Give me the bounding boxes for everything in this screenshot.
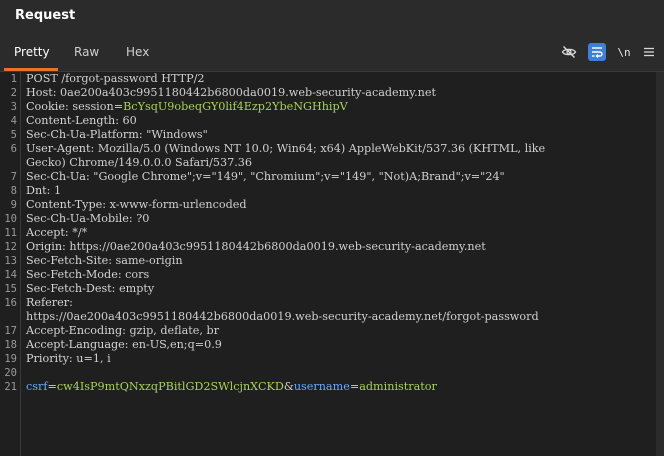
editor-toolbar: \n [560,43,660,61]
header-accept: Accept: */* [26,226,88,239]
line-number: 2 [10,87,17,99]
line-number: 12 [4,241,17,253]
param-value-username: administrator [359,380,437,393]
param-name-username: username [293,380,350,393]
vertical-scrollbar[interactable] [656,72,664,456]
tab-hex[interactable]: Hex [126,45,149,59]
header-fetch-dest: Sec-Fetch-Dest: empty [26,282,155,295]
panel-title: Request [15,8,76,23]
line-number-gutter: 1 2 3 4 5 6 7 8 9 10 11 12 13 14 15 16 1… [0,72,21,456]
line-number: 8 [10,185,17,197]
panel-header: Request [0,0,664,33]
line-number: 18 [4,339,17,351]
line-number: 14 [4,269,17,281]
request-line: POST /forgot-password HTTP/2 [26,72,205,85]
line-number: 3 [10,101,17,113]
header-platform: Sec-Ch-Ua-Platform: "Windows" [26,128,208,141]
wrap-lines-icon[interactable] [588,43,606,61]
header-mobile: Sec-Ch-Ua-Mobile: ?0 [26,212,150,225]
tab-raw[interactable]: Raw [74,45,99,59]
header-content-type: Content-Type: x-www-form-urlencoded [26,198,247,211]
header-accept-language: Accept-Language: en-US,en;q=0.9 [26,338,222,351]
header-user-agent-wrap: Gecko) Chrome/149.0.0.0 Safari/537.36 [26,156,253,169]
line-number: 13 [4,255,17,267]
header-sec-ch-ua: Sec-Ch-Ua: "Google Chrome";v="149", "Chr… [26,170,505,183]
header-referer: Referer: [26,296,73,309]
line-number: 16 [4,297,17,309]
header-cookie: Cookie: session=BcYsqU9obeqGY0lif4Ezp2Yb… [26,100,348,113]
line-number: 9 [10,199,17,211]
header-origin: Origin: https://0ae200a403c9951180442b68… [26,240,486,253]
line-number: 1 [10,73,17,85]
header-accept-encoding: Accept-Encoding: gzip, deflate, br [26,324,220,337]
line-number: 20 [4,367,17,379]
header-fetch-mode: Sec-Fetch-Mode: cors [26,268,150,281]
line-number: 10 [4,213,17,225]
line-number: 7 [10,171,17,183]
param-name-csrf: csrf [26,380,48,393]
tab-pretty[interactable]: Pretty [14,45,50,59]
session-cookie-value: BcYsqU9obeqGY0lif4Ezp2YbeNGHhipV [123,100,348,113]
line-number: 4 [10,115,17,127]
header-content-length: Content-Length: 60 [26,114,137,127]
newline-toggle-icon[interactable]: \n [615,43,633,61]
line-number: 6 [10,143,17,155]
header-priority: Priority: u=1, i [26,352,111,365]
header-dnt: Dnt: 1 [26,184,62,197]
line-number: 15 [4,283,17,295]
header-referer-wrap: https://0ae200a403c9951180442b6800da0019… [26,310,539,323]
menu-icon[interactable] [640,43,658,61]
line-number: 17 [4,325,17,337]
header-user-agent: User-Agent: Mozilla/5.0 (Windows NT 10.0… [26,142,546,155]
param-value-csrf: cw4IsP9mtQNxzqPBitlGD2SWlcjnXCKD [56,380,284,393]
line-number: 21 [4,381,17,393]
request-body: csrf=cw4IsP9mtQNxzqPBitlGD2SWlcjnXCKD&us… [26,380,437,393]
header-host: Host: 0ae200a403c9951180442b6800da0019.w… [26,86,436,99]
line-number: 19 [4,353,17,365]
line-number: 5 [10,129,17,141]
view-tabs: Pretty Raw Hex \n [0,33,664,71]
request-editor[interactable]: 1 2 3 4 5 6 7 8 9 10 11 12 13 14 15 16 1… [0,72,656,456]
line-number: 11 [4,227,17,239]
eye-slash-icon[interactable] [560,43,578,61]
header-fetch-site: Sec-Fetch-Site: same-origin [26,254,183,267]
